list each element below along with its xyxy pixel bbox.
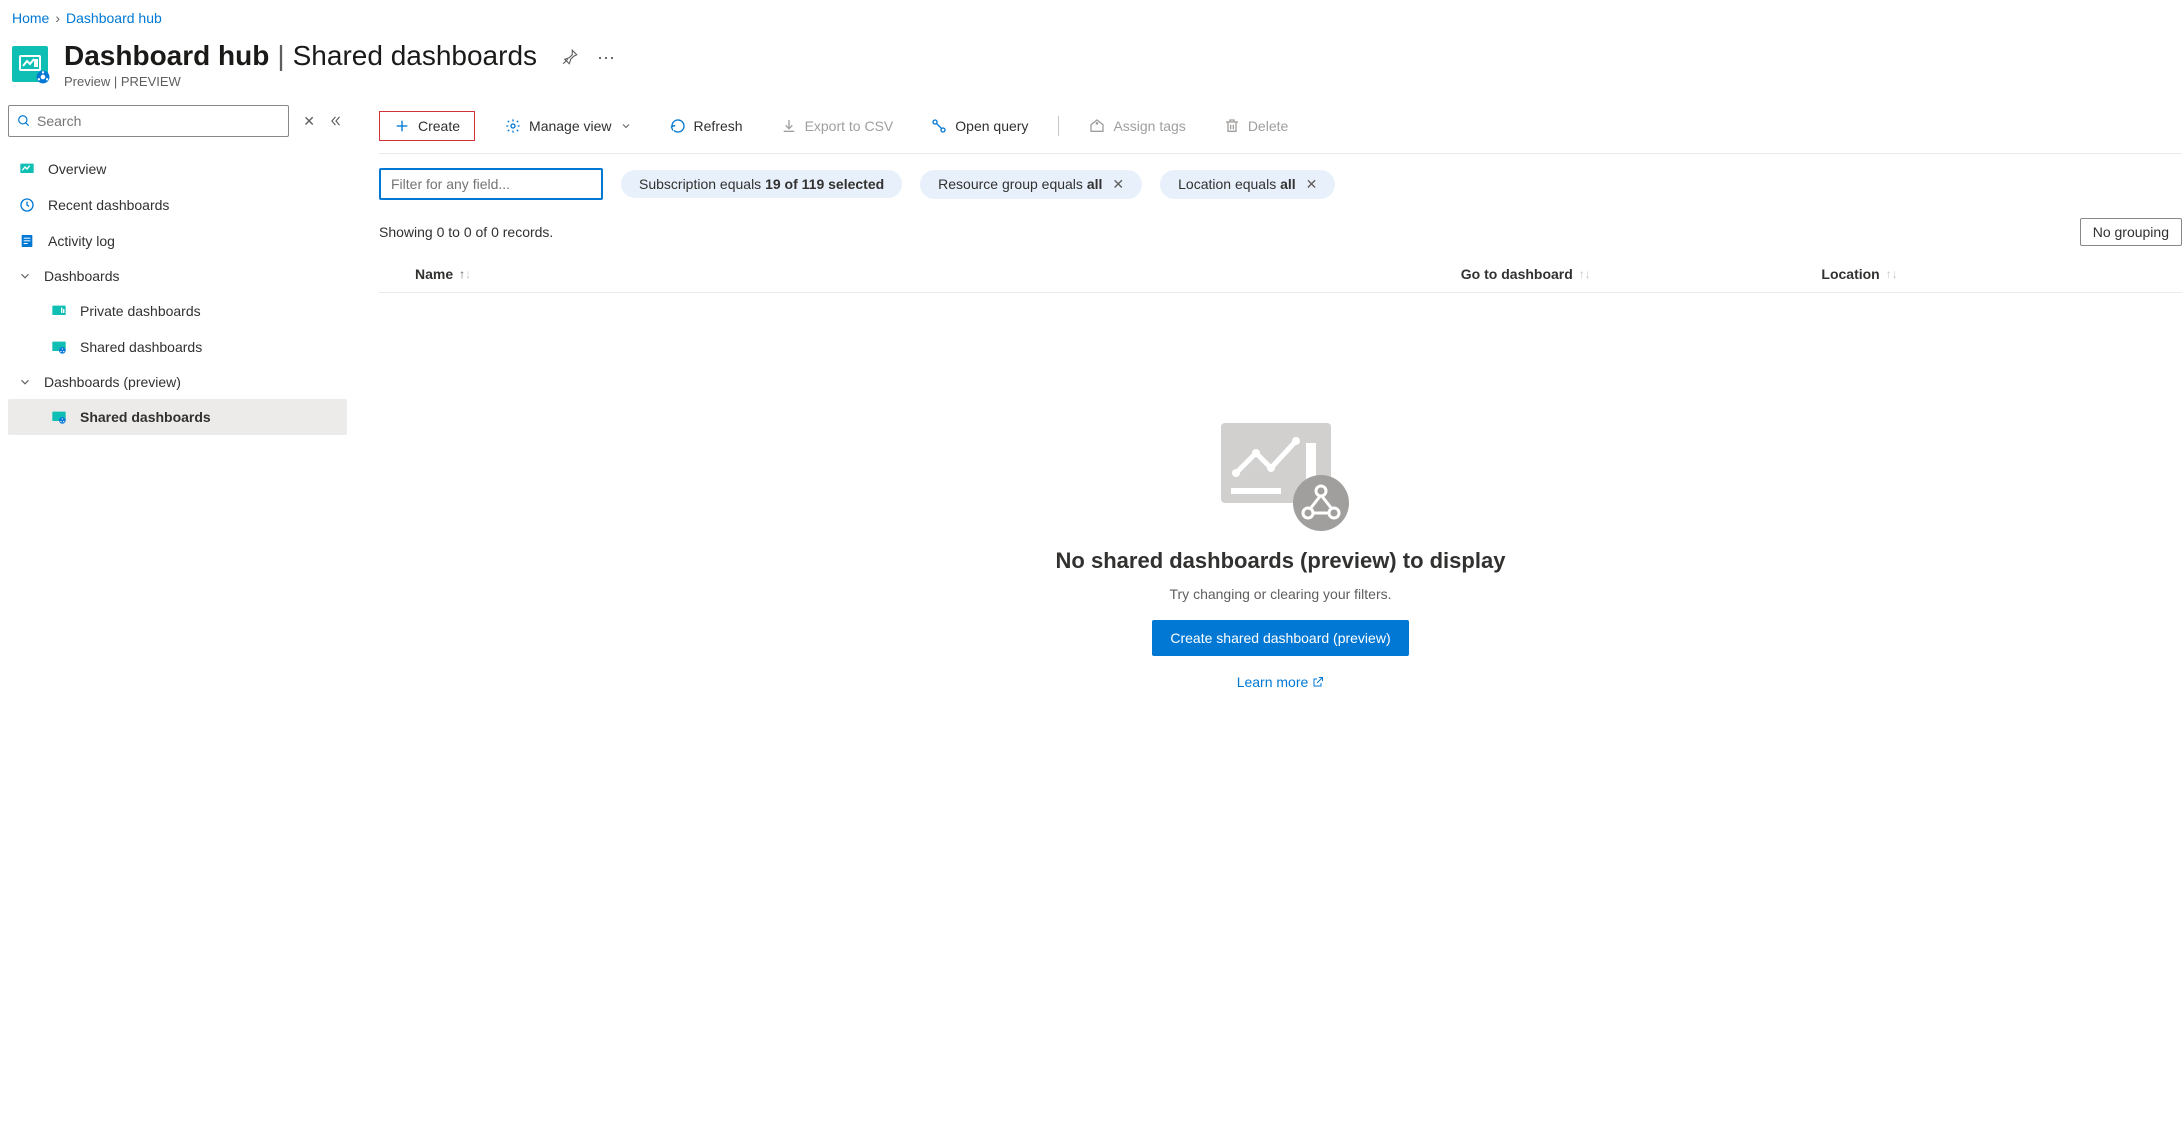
assign-tags-button: Assign tags [1081,114,1193,138]
main-content: Create Manage view Refresh Export to CSV… [355,105,2182,730]
trash-icon [1224,118,1240,134]
clock-icon [18,196,36,214]
sidebar-item-recent[interactable]: Recent dashboards [8,187,347,223]
learn-more-link[interactable]: Learn more [1237,674,1325,690]
sidebar-item-activity-log[interactable]: Activity log [8,223,347,259]
dashboard-hub-icon [12,46,48,82]
page-header: Dashboard hub | Shared dashboards Previe… [0,36,2182,105]
sidebar-group-label: Dashboards [44,268,120,284]
chevron-down-icon [620,120,632,132]
filter-pill-resource-group[interactable]: Resource group equals all ✕ [920,170,1142,199]
search-icon [17,114,31,128]
gear-icon [505,118,521,134]
shared-dashboard-icon [50,338,68,356]
export-csv-button: Export to CSV [773,114,902,138]
column-header-goto[interactable]: Go to dashboard↑↓ [1461,266,1822,282]
toolbar-separator [1058,116,1059,136]
sidebar-item-private-dashboards[interactable]: Private dashboards [8,293,347,329]
sidebar-item-label: Overview [48,161,106,177]
refresh-button[interactable]: Refresh [662,114,751,138]
empty-subtitle: Try changing or clearing your filters. [1169,586,1391,602]
toolbar: Create Manage view Refresh Export to CSV… [379,105,2182,154]
breadcrumb: Home › Dashboard hub [0,0,2182,36]
breadcrumb-home-link[interactable]: Home [12,10,49,26]
pin-icon[interactable] [561,48,579,69]
external-link-icon [1312,676,1324,688]
manage-view-button[interactable]: Manage view [497,114,640,138]
search-box[interactable] [8,105,289,137]
create-shared-dashboard-button[interactable]: Create shared dashboard (preview) [1152,620,1408,656]
preview-label: Preview | PREVIEW [64,74,537,89]
chevron-right-icon: › [55,10,60,26]
filter-input[interactable] [379,168,603,200]
delete-button: Delete [1216,114,1296,138]
sidebar-item-label: Recent dashboards [48,197,169,213]
filter-pill-subscription[interactable]: Subscription equals 19 of 119 selected [621,170,902,198]
download-icon [781,118,797,134]
column-header-name[interactable]: Name↑↓ [379,266,1461,282]
record-count: Showing 0 to 0 of 0 records. [379,224,553,240]
sidebar-group-dashboards-preview[interactable]: Dashboards (preview) [8,365,347,399]
sidebar-item-shared-dashboards[interactable]: Shared dashboards [8,329,347,365]
sidebar-group-dashboards[interactable]: Dashboards [8,259,347,293]
empty-title: No shared dashboards (preview) to displa… [1056,548,1506,574]
sort-icon: ↑↓ [1579,267,1591,281]
open-query-button[interactable]: Open query [923,114,1036,138]
tag-icon [1089,118,1105,134]
create-button[interactable]: Create [379,111,475,141]
status-row: Showing 0 to 0 of 0 records. No grouping [379,214,2182,256]
clear-search-icon[interactable]: ✕ [303,113,315,130]
filter-pill-location[interactable]: Location equals all ✕ [1160,170,1335,199]
search-input[interactable] [37,113,280,129]
log-icon [18,232,36,250]
grouping-dropdown[interactable]: No grouping [2080,218,2182,246]
sidebar-item-label: Private dashboards [80,303,201,319]
refresh-icon [670,118,686,134]
sidebar-item-shared-dashboards-preview[interactable]: Shared dashboards [8,399,347,435]
sidebar-group-label: Dashboards (preview) [44,374,181,390]
empty-dashboard-icon [1211,413,1351,536]
shared-dashboard-icon [50,408,68,426]
sidebar-item-label: Shared dashboards [80,409,211,425]
column-header-location[interactable]: Location↑↓ [1821,266,2182,282]
collapse-sidebar-icon[interactable] [329,114,343,128]
close-icon[interactable]: ✕ [1306,176,1318,193]
overview-icon [18,160,36,178]
plus-icon [394,118,410,134]
table-header: Name↑↓ Go to dashboard↑↓ Location↑↓ [379,256,2182,293]
sidebar-item-label: Activity log [48,233,115,249]
page-title: Dashboard hub | Shared dashboards [64,40,537,72]
sidebar-item-overview[interactable]: Overview [8,151,347,187]
chevron-down-icon [18,269,32,283]
chevron-down-icon [18,375,32,389]
filter-row: Subscription equals 19 of 119 selected R… [379,154,2182,214]
breadcrumb-current-link[interactable]: Dashboard hub [66,10,162,26]
sort-icon: ↑↓ [1886,267,1898,281]
dashboard-icon [50,302,68,320]
more-icon[interactable]: ⋯ [597,48,615,69]
sidebar-item-label: Shared dashboards [80,339,202,355]
empty-state: No shared dashboards (preview) to displa… [379,293,2182,730]
close-icon[interactable]: ✕ [1112,176,1124,193]
sidebar: ✕ Overview Recent dashboards Activity lo… [0,105,355,730]
query-icon [931,118,947,134]
sort-icon: ↑↓ [459,267,471,281]
